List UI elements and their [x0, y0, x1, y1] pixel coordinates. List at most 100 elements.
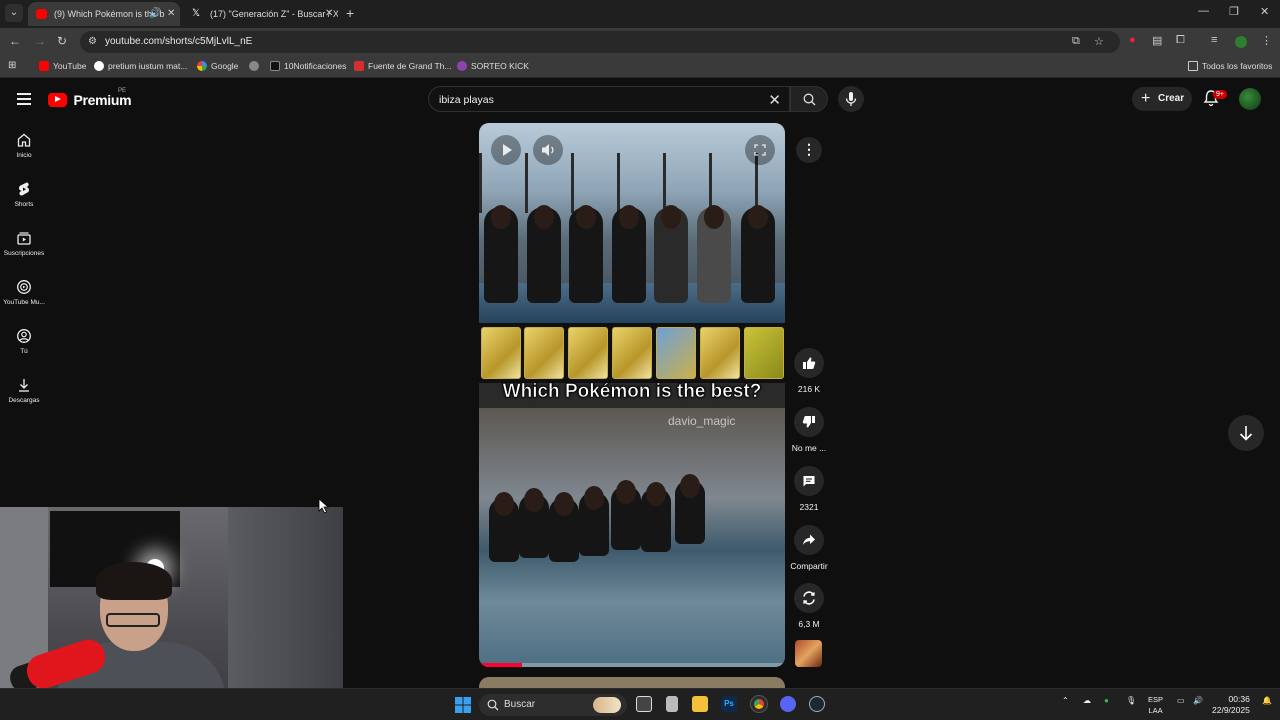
notification-center-icon[interactable]: 🔔 [1262, 696, 1272, 705]
logo-text: Premium [73, 91, 132, 108]
address-bar[interactable]: ⚙ youtube.com/shorts/c5MjLvlL_nE ⧉ ☆ [80, 31, 1120, 53]
clear-search-icon[interactable]: ✕ [768, 91, 781, 109]
site-info-icon[interactable]: ⚙ [88, 36, 97, 47]
app-icon[interactable] [666, 696, 678, 712]
like-button[interactable]: 216 K [786, 348, 832, 394]
bookmark-sorteo[interactable]: SORTEO KICK [457, 61, 529, 71]
task-view-icon[interactable] [636, 696, 652, 712]
font-icon [354, 61, 364, 71]
tab-audio-icon[interactable]: 🔊 [149, 2, 161, 26]
extension-card-icon[interactable]: ▤ [1152, 34, 1162, 47]
video-progress-fill [479, 663, 522, 667]
globe-icon [249, 61, 259, 71]
new-tab-icon[interactable]: + [346, 5, 354, 21]
bookmark-notificaciones[interactable]: 10Notificaciones [270, 61, 346, 71]
video-progress-bar[interactable] [479, 663, 785, 667]
restore-icon[interactable]: ❐ [1229, 5, 1239, 18]
menu-icon[interactable] [17, 93, 31, 108]
remix-button[interactable]: 6,3 M [786, 583, 832, 629]
extension-red-icon[interactable]: ● [1129, 34, 1136, 46]
volume-icon [542, 144, 554, 156]
taskbar-search[interactable]: Buscar [479, 694, 627, 716]
apps-grid-icon[interactable]: ⊞ [8, 60, 16, 71]
install-app-icon[interactable]: ⧉ [1072, 35, 1080, 48]
windows-start-icon[interactable] [455, 697, 471, 713]
pokemon-card [700, 327, 740, 379]
all-bookmarks[interactable]: Todos los favoritos [1188, 61, 1272, 71]
sidebar-item-suscripciones[interactable]: Suscripciones [0, 230, 48, 257]
minimize-icon[interactable]: — [1198, 5, 1209, 17]
next-video-button[interactable] [1228, 415, 1264, 451]
sidebar-item-shorts[interactable]: Shorts [0, 181, 48, 208]
steam-icon[interactable] [809, 696, 825, 712]
back-icon[interactable]: ← [9, 34, 21, 48]
language-indicator[interactable]: ESP LAA [1148, 694, 1163, 716]
sidebar-item-descargas[interactable]: Descargas [0, 377, 48, 404]
windows-taskbar: Buscar Ps ⌃ ☁ ● 🎙 ESP LAA ▭ 🔊 00:36 22/9… [0, 688, 1280, 720]
speaker-icon[interactable]: 🔊 [1193, 696, 1203, 705]
chrome-icon[interactable] [750, 695, 768, 713]
youtube-premium-logo[interactable]: Premium PE [48, 88, 132, 109]
youtube-header: Premium PE ibiza playas ✕ + Crear 9+ [0, 78, 1280, 120]
sidebar-item-youtube-music[interactable]: YouTube Mu... [0, 279, 48, 306]
search-icon [487, 699, 499, 711]
dislike-button[interactable]: No me ... [786, 407, 832, 453]
bookmark-youtube[interactable]: YouTube [39, 61, 86, 71]
media-control-icon[interactable]: ≡ [1211, 34, 1217, 46]
bookmark-pretium[interactable]: pretium iustum mat... [94, 61, 187, 71]
bookmarks-bar: ⊞ YouTube pretium iustum mat... Google 1… [0, 56, 1280, 78]
volume-button[interactable] [533, 135, 563, 165]
file-explorer-icon[interactable] [692, 696, 708, 712]
share-button[interactable]: Compartir [786, 525, 832, 571]
reload-icon[interactable]: ↻ [57, 34, 67, 48]
tab-search-button[interactable]: ⌄ [5, 4, 23, 22]
bookmark-star-icon[interactable]: ☆ [1094, 35, 1104, 48]
microphone-tray-icon[interactable]: 🎙 [1126, 696, 1136, 705]
search-button[interactable] [790, 86, 828, 112]
tab-close-icon[interactable]: ✕ [325, 2, 333, 26]
video-frame-bottom [479, 408, 785, 667]
system-clock[interactable]: 00:36 22/9/2025 [1212, 694, 1250, 716]
pokemon-card [744, 327, 784, 379]
sound-thumbnail[interactable] [795, 640, 822, 667]
profile-icon[interactable] [1235, 36, 1247, 48]
arrow-down-icon [1239, 426, 1253, 441]
extensions-puzzle-icon[interactable]: ⧠ [1176, 34, 1185, 47]
discord-icon[interactable] [780, 696, 796, 712]
avatar[interactable] [1239, 88, 1261, 110]
thumbs-down-icon [802, 416, 815, 428]
search-input[interactable]: ibiza playas ✕ [428, 86, 790, 112]
play-button[interactable] [491, 135, 521, 165]
sidebar-item-inicio[interactable]: Inicio [0, 132, 48, 159]
tab-youtube-short[interactable]: (9) Which Pokémon is the b 🔊 ✕ [28, 2, 180, 26]
forward-icon[interactable]: → [34, 34, 46, 48]
hidden-icons-chevron-icon[interactable]: ⌃ [1062, 696, 1069, 705]
bookmark-globe[interactable] [249, 61, 263, 71]
video-windows [479, 153, 785, 213]
window-close-icon[interactable]: ✕ [1260, 5, 1269, 18]
create-button[interactable]: + Crear [1132, 87, 1192, 111]
url-text[interactable]: youtube.com/shorts/c5MjLvlL_nE [105, 36, 252, 47]
tab-close-icon[interactable]: ✕ [167, 2, 175, 26]
clock-time: 00:36 [1228, 694, 1250, 704]
tab-x-search[interactable]: 𝕏 (17) "Generación Z" - Buscar / X ✕ [184, 2, 338, 26]
comment-icon [803, 476, 815, 487]
folder-icon [1188, 61, 1198, 71]
fullscreen-button[interactable] [745, 135, 775, 165]
sidebar-item-tu[interactable]: Tú [0, 328, 48, 355]
kick-icon [457, 61, 467, 71]
google-icon [197, 61, 207, 71]
more-options-button[interactable]: ⋮ [796, 137, 822, 163]
photoshop-icon[interactable]: Ps [721, 696, 737, 712]
search-value[interactable]: ibiza playas [439, 94, 494, 106]
security-icon[interactable]: ● [1104, 696, 1109, 705]
voice-search-button[interactable] [838, 86, 864, 112]
bookmark-google[interactable]: Google [197, 61, 238, 71]
browser-menu-icon[interactable]: ⋮ [1261, 34, 1272, 47]
bookmark-fuente[interactable]: Fuente de Grand Th... [354, 61, 451, 71]
comments-button[interactable]: 2321 [786, 466, 832, 512]
like-count: 216 K [797, 384, 821, 394]
network-icon[interactable]: ▭ [1177, 696, 1185, 705]
onedrive-icon[interactable]: ☁ [1083, 696, 1091, 705]
shorts-video-player[interactable]: Which Pokémon is the best? davio_magic [479, 123, 785, 667]
